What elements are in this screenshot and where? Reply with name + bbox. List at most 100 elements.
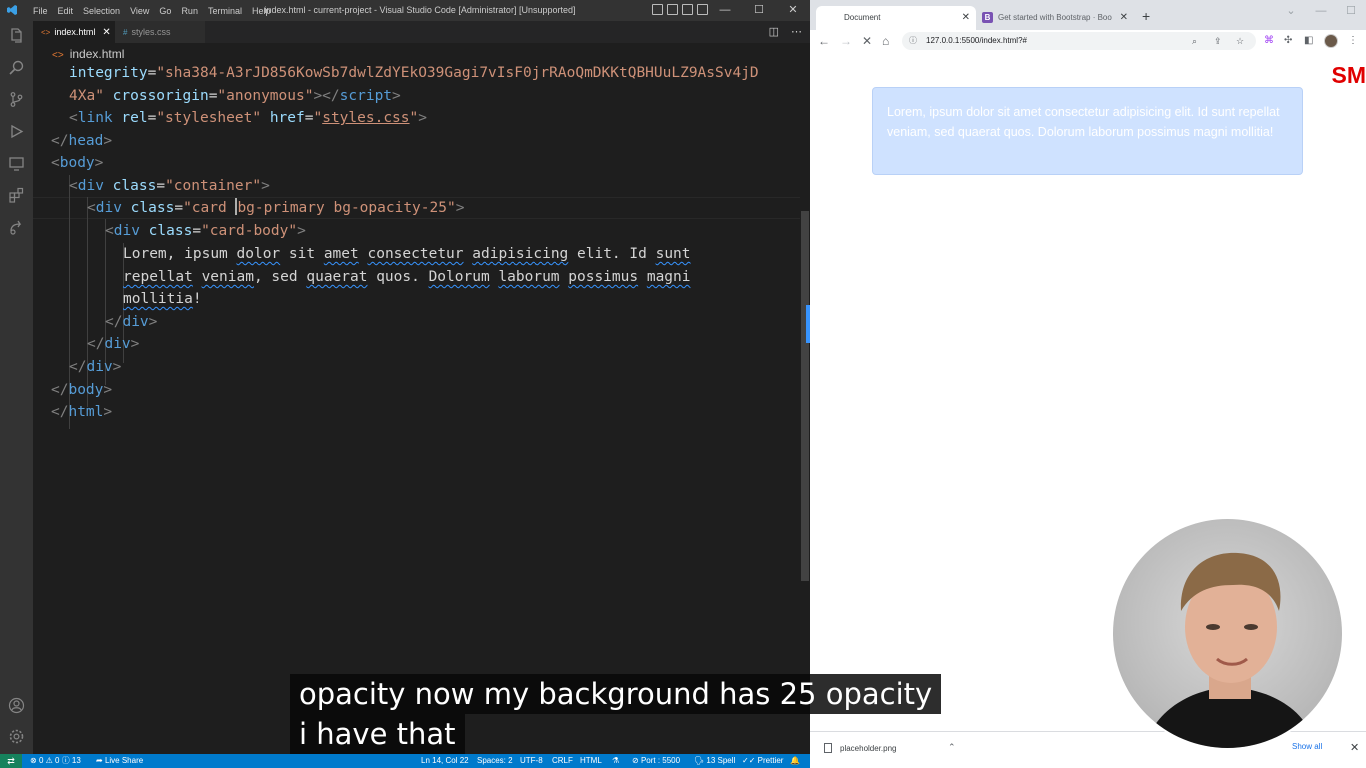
menu-run[interactable]: Run [176,6,203,16]
toggle-panel-icon[interactable] [667,4,678,15]
site-info-icon[interactable]: ⓘ [909,32,917,50]
toggle-secondary-sidebar-icon[interactable] [682,4,693,15]
download-options-chevron-icon[interactable]: ⌃ [948,742,956,753]
more-actions-icon[interactable]: ⋯ [791,25,802,38]
maximize-icon[interactable]: ☐ [1336,0,1366,22]
menu-view[interactable]: View [125,6,154,16]
customize-layout-icon[interactable] [697,4,708,15]
stop-loading-icon[interactable]: ✕ [862,30,872,52]
bootstrap-card: Lorem, ipsum dolor sit amet consectetur … [872,87,1303,175]
title-bar: File Edit Selection View Go Run Terminal… [0,0,810,21]
bookmark-star-icon[interactable]: ☆ [1236,32,1244,50]
split-editor-icon[interactable]: ◫ [769,25,779,38]
search-icon[interactable] [8,59,25,76]
extensions-icon[interactable] [8,187,25,204]
address-bar[interactable]: ⓘ 127.0.0.1:5500/index.html?# ⌕ ⇪ ☆ [902,32,1256,50]
back-arrow-icon[interactable]: ← [818,30,830,52]
new-tab-plus-icon[interactable]: + [1142,8,1150,24]
html-file-icon: <> [52,50,64,61]
window-controls: — ☐ ✕ [708,0,810,21]
tab-close-icon[interactable]: ✕ [102,27,110,38]
caption-line-2: i have that [290,714,465,754]
card-body-text: Lorem, ipsum dolor sit amet consectetur … [887,105,1280,139]
browser-menu-icon[interactable]: ⋮ [1348,30,1358,52]
toggle-sidebar-icon[interactable] [652,4,663,15]
browser-tab-bootstrap[interactable]: B Get started with Bootstrap · Boo ✕ [978,6,1130,30]
side-panel-icon[interactable]: ◧ [1304,30,1313,52]
close-tab-icon[interactable]: ✕ [1120,6,1128,30]
source-control-icon[interactable] [8,91,25,108]
show-all-downloads-link[interactable]: Show all [1292,742,1322,751]
url-text[interactable]: 127.0.0.1:5500/index.html?# [926,32,1027,50]
remote-explorer-icon[interactable] [8,155,25,172]
remote-indicator-icon[interactable]: ⇄ [0,754,22,768]
menu-edit[interactable]: Edit [53,6,79,16]
language-mode[interactable]: HTML [580,754,602,768]
code-line-9: Lorem, ipsum dolor sit amet consectetur … [123,246,691,262]
minimize-icon[interactable]: — [708,0,742,21]
go-live-port[interactable]: ⊘ Port : 5500 [632,754,680,768]
vscode-window: File Edit Selection View Go Run Terminal… [0,0,810,768]
editor-scrollbar[interactable] [800,61,810,751]
menu-terminal[interactable]: Terminal [203,6,247,16]
code-line-11: mollitia! [123,291,202,307]
profile-avatar[interactable] [1324,34,1338,48]
close-icon[interactable]: ✕ [776,0,810,21]
tab-label: styles.css [131,27,171,37]
prettier-status[interactable]: ✓✓ Prettier [742,754,783,768]
editor-tabs: <> index.html ✕ # styles.css ◫ ⋯ [33,21,810,43]
close-downloads-bar-icon[interactable]: ✕ [1350,741,1359,754]
indentation[interactable]: Spaces: 2 [477,754,513,768]
tab-index-html[interactable]: <> index.html ✕ [33,21,115,43]
code-line-16: </html> [51,404,113,420]
css-file-icon: # [123,28,128,37]
html-file-icon: <> [41,28,51,37]
maximize-icon[interactable]: ☐ [742,0,776,21]
tab-label: index.html [54,27,96,37]
feedback-icon[interactable]: ⚗ [612,754,619,768]
run-debug-icon[interactable] [8,123,25,140]
code-line-2: 4Xa" crossorigin="anonymous"></script> [69,88,401,104]
explorer-icon[interactable] [8,27,25,44]
notifications-bell-icon[interactable]: 🔔 [790,754,800,768]
extensions-puzzle-icon[interactable]: ✣ [1284,30,1292,52]
live-share-icon[interactable] [8,219,25,236]
scrollbar-thumb[interactable] [801,211,809,581]
tab-title: Document [844,13,881,22]
tab-title: Get started with Bootstrap · Boo [998,13,1112,22]
window-title: index.html - current-project - Visual St… [264,5,576,15]
encoding[interactable]: UTF-8 [520,754,543,768]
code-editor[interactable]: integrity="sha384-A3rJD856KowSb7dwlZdYEk… [33,61,800,751]
zoom-icon[interactable]: ⌕ [1192,32,1197,50]
vscode-logo-icon [7,5,17,15]
menu-bar: File Edit Selection View Go Run Terminal… [28,0,275,21]
manage-gear-icon[interactable] [8,728,25,745]
screen: File Edit Selection View Go Run Terminal… [0,0,1366,768]
problems-indicator[interactable]: ⊗ 0 ⚠ 0 ⓘ 13 [30,754,81,768]
tab-styles-css[interactable]: # styles.css [115,21,205,43]
menu-file[interactable]: File [28,6,53,16]
browser-tab-document[interactable]: Document ✕ [816,6,976,30]
code-line-7: <div class="card bg-primary bg-opacity-2… [87,198,465,216]
spell-check[interactable]: 🗣 13 Spell [694,754,735,768]
status-bar: ⇄ ⊗ 0 ⚠ 0 ⓘ 13 ➦ Live Share Ln 14, Col 2… [0,754,810,768]
menu-go[interactable]: Go [154,6,176,16]
live-share-button[interactable]: ➦ Live Share [96,754,143,768]
close-tab-icon[interactable]: ✕ [962,6,970,30]
accounts-icon[interactable] [8,697,25,714]
menu-selection[interactable]: Selection [78,6,125,16]
minimize-icon[interactable]: — [1306,0,1336,22]
code-line-13: </div> [87,336,140,352]
layout-controls [652,4,708,15]
home-icon[interactable]: ⌂ [882,30,889,52]
share-icon[interactable]: ⇪ [1214,32,1222,50]
activity-bar [0,21,33,754]
editor-actions: ◫ ⋯ [769,25,802,38]
forward-arrow-icon[interactable]: → [840,30,852,52]
tab-search-chevron-icon[interactable]: ⌄ [1276,0,1306,22]
extension-icon[interactable]: ⌘ [1264,30,1274,52]
cursor-position[interactable]: Ln 14, Col 22 [421,754,469,768]
end-of-line[interactable]: CRLF [552,754,573,768]
breadcrumb-file: index.html [69,47,125,61]
code-line-10: repellat veniam, sed quaerat quos. Dolor… [123,269,691,285]
